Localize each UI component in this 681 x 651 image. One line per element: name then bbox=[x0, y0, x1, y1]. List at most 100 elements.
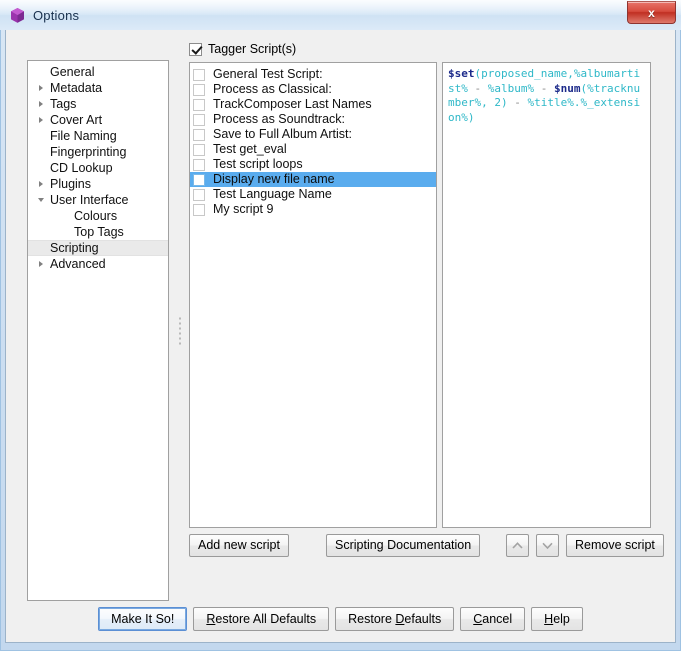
sidebar-item-file-naming[interactable]: File Naming bbox=[28, 128, 168, 144]
chevron-up-icon bbox=[511, 541, 524, 550]
sidebar-item-user-interface[interactable]: User Interface bbox=[28, 192, 168, 208]
move-script-up-button[interactable] bbox=[506, 534, 529, 557]
titlebar-gloss bbox=[0, 0, 681, 14]
pane-splitter[interactable] bbox=[174, 60, 186, 601]
code-token-fn: $num bbox=[554, 82, 581, 95]
script-enabled-checkbox[interactable] bbox=[193, 84, 205, 96]
script-name: Test get_eval bbox=[213, 142, 287, 157]
script-name: TrackComposer Last Names bbox=[213, 97, 372, 112]
options-window: Options x General Metadata Tags Cover Art Fi… bbox=[0, 0, 681, 651]
code-token-plain bbox=[534, 82, 541, 95]
dialog-client-area: General Metadata Tags Cover Art File Naming F… bbox=[5, 30, 676, 643]
add-new-script-button[interactable]: Add new script bbox=[189, 534, 289, 557]
help-button[interactable]: Help bbox=[531, 607, 583, 631]
sidebar-item-fingerprinting[interactable]: Fingerprinting bbox=[28, 144, 168, 160]
sidebar-item-advanced[interactable]: Advanced bbox=[28, 256, 168, 272]
remove-script-button[interactable]: Remove script bbox=[566, 534, 664, 557]
tagger-scripts-label: Tagger Script(s) bbox=[208, 42, 296, 56]
move-script-down-button[interactable] bbox=[536, 534, 559, 557]
script-name: Process as Classical: bbox=[213, 82, 332, 97]
script-enabled-checkbox[interactable] bbox=[193, 99, 205, 111]
sidebar-item-tags[interactable]: Tags bbox=[28, 96, 168, 112]
sidebar-item-label: General bbox=[28, 65, 94, 79]
script-enabled-checkbox[interactable] bbox=[193, 174, 205, 186]
sidebar-item-label: Advanced bbox=[28, 257, 106, 271]
sidebar-item-cover-art[interactable]: Cover Art bbox=[28, 112, 168, 128]
sidebar-item-colours[interactable]: Colours bbox=[28, 208, 168, 224]
sidebar-item-scripting[interactable]: Scripting bbox=[28, 240, 168, 256]
script-list-item[interactable]: Display new file name bbox=[190, 172, 436, 187]
sidebar-item-top-tags[interactable]: Top Tags bbox=[28, 224, 168, 240]
sidebar-item-plugins[interactable]: Plugins bbox=[28, 176, 168, 192]
sidebar-item-label: User Interface bbox=[28, 193, 129, 207]
script-enabled-checkbox[interactable] bbox=[193, 159, 205, 171]
code-token-punc: - bbox=[514, 96, 521, 109]
cancel-button[interactable]: Cancel bbox=[460, 607, 525, 631]
sidebar-item-metadata[interactable]: Metadata bbox=[28, 80, 168, 96]
code-token-plain bbox=[547, 82, 554, 95]
close-button[interactable]: x bbox=[627, 1, 676, 24]
script-list-item[interactable]: Process as Classical: bbox=[190, 82, 436, 97]
tagger-scripts-group-toggle[interactable]: Tagger Script(s) bbox=[189, 42, 296, 56]
code-token-var: %album% bbox=[488, 82, 534, 95]
script-name: Save to Full Album Artist: bbox=[213, 127, 352, 142]
script-list-item[interactable]: Save to Full Album Artist: bbox=[190, 127, 436, 142]
script-code-editor[interactable]: $set(proposed_name,%albumartist% - %albu… bbox=[442, 62, 651, 528]
tagger-scripts-checkbox[interactable] bbox=[189, 43, 202, 56]
code-token-plain: , 2 bbox=[481, 96, 501, 109]
sidebar-item-label: Cover Art bbox=[28, 113, 102, 127]
sidebar-item-label: Tags bbox=[28, 97, 76, 111]
make-it-so-button[interactable]: Make It So! bbox=[98, 607, 187, 631]
script-list-item[interactable]: Test Language Name bbox=[190, 187, 436, 202]
restore-defaults-button[interactable]: Restore Defaults bbox=[335, 607, 454, 631]
sidebar-item-label: Metadata bbox=[28, 81, 102, 95]
script-name: Test Language Name bbox=[213, 187, 332, 202]
script-enabled-checkbox[interactable] bbox=[193, 144, 205, 156]
script-list-item[interactable]: Process as Soundtrack: bbox=[190, 112, 436, 127]
splitter-grip bbox=[179, 317, 181, 344]
script-list-item[interactable]: My script 9 bbox=[190, 202, 436, 217]
sidebar-item-label: CD Lookup bbox=[28, 161, 113, 175]
sidebar-item-label: Top Tags bbox=[28, 225, 124, 239]
script-list[interactable]: General Test Script:Process as Classical… bbox=[189, 62, 437, 528]
sidebar-item-label: Plugins bbox=[28, 177, 91, 191]
script-name: Display new file name bbox=[213, 172, 335, 187]
scripting-pane: Tagger Script(s) General Test Script:Pro… bbox=[186, 39, 668, 604]
script-name: General Test Script: bbox=[213, 67, 323, 82]
script-name: My script 9 bbox=[213, 202, 273, 217]
script-enabled-checkbox[interactable] bbox=[193, 129, 205, 141]
code-token-paren: ) bbox=[468, 111, 475, 124]
script-enabled-checkbox[interactable] bbox=[193, 189, 205, 201]
script-list-item[interactable]: General Test Script: bbox=[190, 67, 436, 82]
code-token-plain bbox=[521, 96, 528, 109]
script-name: Test script loops bbox=[213, 157, 303, 172]
script-enabled-checkbox[interactable] bbox=[193, 69, 205, 81]
main-split-region: General Metadata Tags Cover Art File Naming F… bbox=[15, 39, 668, 604]
code-token-fn: $set bbox=[448, 67, 475, 80]
sidebar-item-label: Colours bbox=[28, 209, 117, 223]
sidebar-item-general[interactable]: General bbox=[28, 64, 168, 80]
code-token-plain bbox=[481, 82, 488, 95]
sidebar-item-label: Scripting bbox=[28, 241, 99, 255]
close-icon: x bbox=[648, 7, 655, 19]
sidebar-item-cd-lookup[interactable]: CD Lookup bbox=[28, 160, 168, 176]
dialog-button-bar: Make It So!Restore All DefaultsRestore D… bbox=[6, 607, 675, 631]
script-list-item[interactable]: Test get_eval bbox=[190, 142, 436, 157]
script-enabled-checkbox[interactable] bbox=[193, 204, 205, 216]
script-list-item[interactable]: Test script loops bbox=[190, 157, 436, 172]
window-title: Options bbox=[33, 8, 79, 23]
chevron-down-icon bbox=[541, 541, 554, 550]
sidebar-item-label: File Naming bbox=[28, 129, 117, 143]
sidebar-item-label: Fingerprinting bbox=[28, 145, 126, 159]
code-token-paren: ) bbox=[501, 96, 508, 109]
title-bar[interactable]: Options x bbox=[0, 0, 681, 30]
code-token-plain: proposed_name, bbox=[481, 67, 574, 80]
script-enabled-checkbox[interactable] bbox=[193, 114, 205, 126]
settings-category-tree[interactable]: General Metadata Tags Cover Art File Naming F… bbox=[27, 60, 169, 601]
script-list-item[interactable]: TrackComposer Last Names bbox=[190, 97, 436, 112]
script-action-bar: Add new script Scripting Documentation R… bbox=[189, 534, 651, 557]
restore-all-defaults-button[interactable]: Restore All Defaults bbox=[193, 607, 329, 631]
scripting-documentation-button[interactable]: Scripting Documentation bbox=[326, 534, 480, 557]
code-token-plain bbox=[468, 82, 475, 95]
picard-hexagon-icon bbox=[9, 7, 26, 24]
